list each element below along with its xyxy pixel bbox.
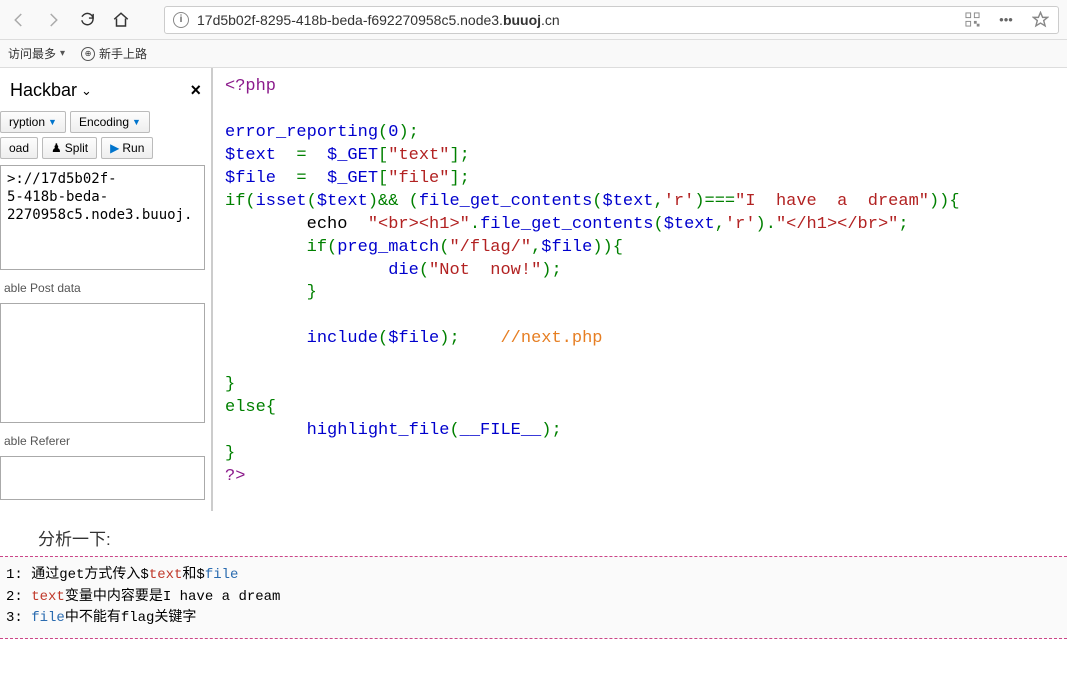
qr-icon[interactable] [962,10,982,30]
menu-dots-icon[interactable]: ••• [996,10,1016,30]
analysis-line-2: 2: text变量中内容要是I have a dream [6,587,1061,609]
run-button[interactable]: ▶Run [101,137,153,159]
caret-down-icon: ▼ [48,117,57,127]
browser-toolbar: i 17d5b02f-8295-418b-beda-f692270958c5.n… [0,0,1067,40]
chevron-down-icon[interactable]: ⌄ [81,83,92,99]
analysis-line-3: 3: file中不能有flag关键字 [6,608,1061,630]
home-button[interactable] [110,9,132,31]
encryption-dropdown[interactable]: ryption▼ [0,111,66,133]
analysis-line-1: 1: 通过get方式传入$text和$file [6,565,1061,587]
reload-button[interactable] [76,9,98,31]
post-data-label: able Post data [0,279,85,297]
hackbar-title: Hackbar ⌄ [10,80,92,101]
caret-down-icon: ▼ [132,117,141,127]
hackbar-panel: Hackbar ⌄ × ryption▼ Encoding▼ oad ♟Spli… [0,68,213,511]
chevron-down-icon: ▾ [60,48,65,59]
url-textarea[interactable] [0,165,205,270]
back-button[interactable] [8,9,30,31]
play-icon: ▶ [110,141,119,155]
globe-icon: ⊕ [81,47,95,61]
source-code: <?php error_reporting(0); $text = $_GET[… [213,68,1067,511]
forward-button[interactable] [42,9,64,31]
referer-textarea[interactable] [0,456,205,500]
encoding-dropdown[interactable]: Encoding▼ [70,111,150,133]
analysis-box: 1: 通过get方式传入$text和$file 2: text变量中内容要是I … [0,556,1067,639]
analysis-heading: 分析一下: [0,511,1067,556]
post-data-textarea[interactable] [0,303,205,423]
bookmark-star-icon[interactable] [1030,10,1050,30]
bookmarks-bar: 访问最多 ▾ ⊕新手上路 [0,40,1067,68]
split-icon: ♟ [51,141,62,155]
bookmark-newbie[interactable]: ⊕新手上路 [81,45,147,62]
split-button[interactable]: ♟Split [42,137,97,159]
load-button[interactable]: oad [0,137,38,159]
close-icon[interactable]: × [190,80,201,101]
referer-label: able Referer [0,432,74,450]
url-text: 17d5b02f-8295-418b-beda-f692270958c5.nod… [197,12,948,28]
bookmark-most-visited[interactable]: 访问最多 ▾ [8,45,65,62]
url-bar[interactable]: i 17d5b02f-8295-418b-beda-f692270958c5.n… [164,6,1059,34]
info-icon[interactable]: i [173,12,189,28]
